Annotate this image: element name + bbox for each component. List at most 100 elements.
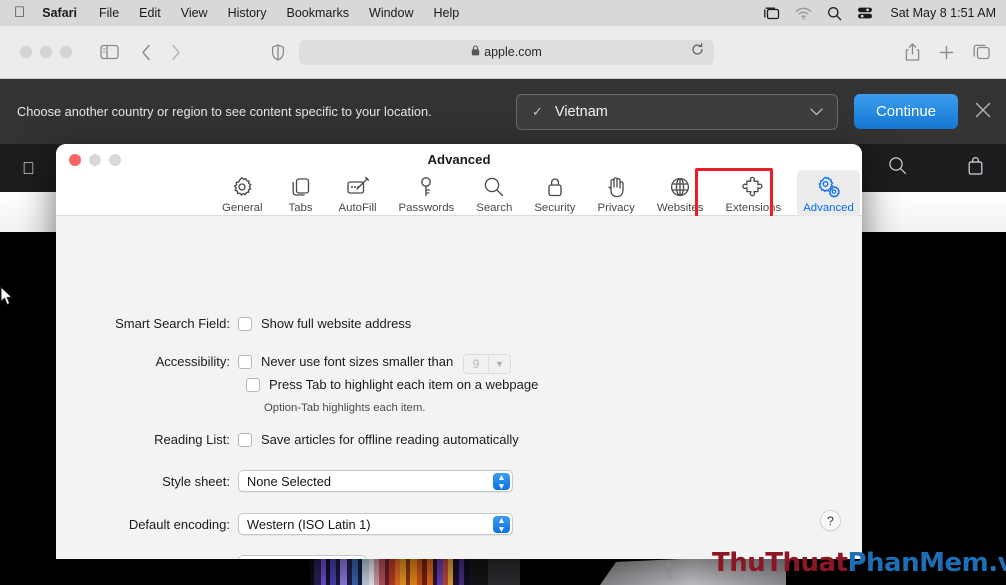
address-bar[interactable]: apple.com xyxy=(299,39,714,65)
reload-icon[interactable] xyxy=(691,43,704,61)
watermark-part-2: PhanMem.vn xyxy=(847,548,1006,578)
sidebar-icon[interactable] xyxy=(100,44,119,60)
row-style-sheet: Style sheet: None Selected ▲ ▼ xyxy=(108,470,513,492)
tab-autofill[interactable]: AutoFill xyxy=(333,170,383,217)
privacy-shield-icon[interactable] xyxy=(271,43,285,61)
continue-button[interactable]: Continue xyxy=(854,94,958,129)
menu-item-window[interactable]: Window xyxy=(369,6,413,20)
banner-message: Choose another country or region to see … xyxy=(17,104,432,119)
row-accessibility-font-size: Accessibility: Never use font sizes smal… xyxy=(108,354,512,374)
selected-country-label: Vietnam xyxy=(554,104,608,120)
option-tab-note: Option-Tab highlights each item. xyxy=(264,402,426,414)
tab-tabs[interactable]: Tabs xyxy=(279,170,323,217)
preferences-toolbar-tabs: General Tabs AutoFill Passwords Search S… xyxy=(211,170,862,217)
default-encoding-label: Default encoding: xyxy=(128,516,230,532)
show-full-address-label: Show full website address xyxy=(261,316,412,331)
menu-item-safari[interactable]: Safari xyxy=(42,6,77,20)
control-center-icon[interactable] xyxy=(857,6,873,20)
tab-search-label: Search xyxy=(476,202,513,214)
preferences-body: Smart Search Field: Show full website ad… xyxy=(56,216,862,559)
macos-menu-bar:  Safari File Edit View History Bookmark… xyxy=(0,0,1006,26)
tab-autofill-label: AutoFill xyxy=(338,202,377,214)
chevron-down-icon xyxy=(810,104,823,120)
safari-toolbar: apple.com xyxy=(0,26,1006,79)
apple-logo-icon[interactable]:  xyxy=(22,160,35,177)
style-sheet-popup-button[interactable]: None Selected ▲ ▼ xyxy=(238,470,513,492)
globe-icon xyxy=(669,175,691,199)
menu-bar-status-area: Sat May 8 1:51 AM xyxy=(763,6,1006,21)
tab-advanced[interactable]: Advanced xyxy=(797,170,860,217)
watermark: ThuThuatPhanMem.vn xyxy=(712,548,1006,578)
row-accessibility-tab-highlight: Press Tab to highlight each item on a we… xyxy=(246,377,538,392)
menu-item-view[interactable]: View xyxy=(181,6,208,20)
accessibility-label: Accessibility: xyxy=(155,354,230,369)
tab-security[interactable]: Security xyxy=(528,170,581,217)
search-icon[interactable] xyxy=(827,6,842,21)
safari-preferences-window: Advanced General Tabs AutoFill Passwords… xyxy=(56,144,862,559)
tab-passwords-label: Passwords xyxy=(398,202,455,214)
screen-mirroring-icon[interactable] xyxy=(763,6,780,20)
url-display: apple.com xyxy=(471,45,542,59)
minimum-font-size-stepper[interactable]: 9 ▼ xyxy=(463,354,512,374)
tab-search[interactable]: Search xyxy=(470,170,518,217)
wifi-icon[interactable] xyxy=(795,7,812,20)
tab-websites[interactable]: Websites xyxy=(651,170,710,217)
show-full-address-checkbox[interactable] xyxy=(238,317,252,331)
tab-extensions[interactable]: Extensions xyxy=(719,170,787,217)
url-text: apple.com xyxy=(484,45,542,59)
never-use-font-sizes-checkbox[interactable] xyxy=(238,355,252,369)
close-window-button[interactable] xyxy=(20,46,32,58)
smart-search-field-label: Smart Search Field: xyxy=(115,316,230,331)
search-icon[interactable] xyxy=(888,156,907,180)
help-button-label: ? xyxy=(827,513,834,528)
tab-tabs-label: Tabs xyxy=(288,202,313,214)
change-settings-button[interactable]: Change Settings... xyxy=(238,555,368,559)
forward-button[interactable] xyxy=(170,44,181,61)
watermark-part-1: ThuThuat xyxy=(712,548,848,578)
back-button[interactable] xyxy=(141,44,152,61)
gear-icon xyxy=(231,175,253,199)
hand-icon xyxy=(606,175,626,199)
menu-item-edit[interactable]: Edit xyxy=(139,6,161,20)
tab-privacy-label: Privacy xyxy=(597,202,635,214)
toolbar-right-actions xyxy=(905,43,1006,61)
tab-websites-label: Websites xyxy=(656,202,704,214)
menu-item-file[interactable]: File xyxy=(99,6,119,20)
country-select-dropdown[interactable]: ✓ Vietnam xyxy=(516,94,838,130)
apple-logo-icon[interactable]:  xyxy=(14,5,25,20)
default-encoding-value: Western (ISO Latin 1) xyxy=(247,516,371,532)
tab-passwords[interactable]: Passwords xyxy=(393,170,461,217)
chevron-down-icon[interactable]: ▼ xyxy=(489,359,511,369)
share-icon[interactable] xyxy=(905,43,920,61)
menu-item-history[interactable]: History xyxy=(228,6,267,20)
minimize-window-button[interactable] xyxy=(40,46,52,58)
shopping-bag-icon[interactable] xyxy=(967,156,984,181)
menu-item-help[interactable]: Help xyxy=(433,6,459,20)
menu-item-bookmarks[interactable]: Bookmarks xyxy=(286,6,349,20)
never-use-font-sizes-label: Never use font sizes smaller than xyxy=(261,354,454,369)
row-default-encoding: Default encoding: Western (ISO Latin 1) … xyxy=(108,513,513,535)
zoom-window-button[interactable] xyxy=(60,46,72,58)
screen:  Safari File Edit View History Bookmark… xyxy=(0,0,1006,585)
row-proxies: Proxies: Change Settings... xyxy=(108,555,368,559)
help-button[interactable]: ? xyxy=(820,510,841,531)
style-sheet-value: None Selected xyxy=(247,473,331,489)
default-encoding-popup-button[interactable]: Western (ISO Latin 1) ▲ ▼ xyxy=(238,513,513,535)
reading-list-label: Reading List: xyxy=(154,432,230,447)
close-icon[interactable] xyxy=(974,101,992,124)
country-region-banner: Choose another country or region to see … xyxy=(0,79,1006,144)
menu-bar-clock[interactable]: Sat May 8 1:51 AM xyxy=(890,6,996,20)
window-traffic-lights[interactable] xyxy=(20,46,72,58)
tab-general[interactable]: General xyxy=(216,170,269,217)
press-tab-highlight-checkbox[interactable] xyxy=(246,378,260,392)
tab-privacy[interactable]: Privacy xyxy=(591,170,640,217)
tab-overview-icon[interactable] xyxy=(973,44,990,60)
lock-icon xyxy=(546,175,564,199)
new-tab-button[interactable] xyxy=(939,45,954,60)
minimum-font-size-value: 9 xyxy=(472,357,480,371)
tab-general-label: General xyxy=(222,202,263,214)
save-articles-offline-checkbox[interactable] xyxy=(238,433,252,447)
chevron-updown-icon: ▲ ▼ xyxy=(493,516,510,533)
row-reading-list: Reading List: Save articles for offline … xyxy=(108,432,519,447)
lock-icon xyxy=(471,45,480,59)
